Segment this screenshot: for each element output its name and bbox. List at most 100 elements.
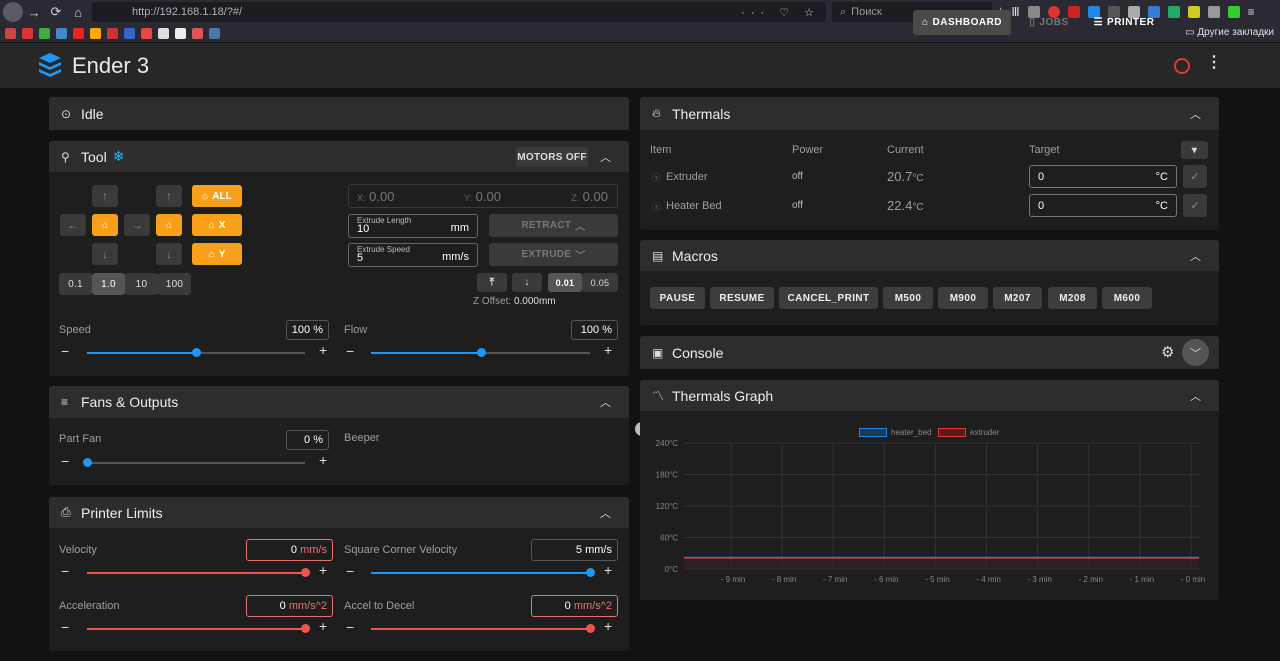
extension-icon[interactable] (1207, 6, 1220, 18)
step-10-button[interactable]: 10 (125, 273, 158, 295)
heater-bed-apply-button[interactable]: ✓ (1183, 194, 1207, 217)
acceleration-value[interactable]: 0 mm/s^2 (246, 595, 333, 617)
macro-cancel-print-button[interactable]: CANCEL_PRINT (779, 287, 878, 309)
extruder-target-input[interactable]: 0 °C (1029, 165, 1177, 188)
scv-plus-icon[interactable]: + (604, 562, 612, 578)
bookmark-icon[interactable] (124, 27, 135, 39)
back-button[interactable] (3, 2, 23, 22)
macro-m600-button[interactable]: M600 (1102, 287, 1152, 309)
scv-minus-icon[interactable]: − (346, 563, 354, 579)
other-bookmarks[interactable]: ▭ Другие закладки (1185, 27, 1274, 38)
flow-plus-icon[interactable]: + (604, 342, 612, 358)
nav-dashboard-button[interactable]: ⌂ DASHBOARD (913, 10, 1011, 35)
bookmark-icon[interactable] (175, 27, 186, 39)
bookmark-icon[interactable] (56, 27, 67, 39)
home-all-button[interactable]: ⌂ ALL (192, 185, 242, 207)
extension-icon[interactable] (1227, 6, 1240, 18)
jog-y-up-button[interactable]: ↑ (92, 185, 118, 207)
part-fan-value[interactable]: 0 % (286, 430, 329, 450)
url-bar[interactable]: http://192.168.1.18/?#/ ··· ♡ ☆ (92, 2, 826, 22)
flow-value[interactable]: 100 % (571, 320, 618, 340)
step-0-1-button[interactable]: 0.1 (59, 273, 92, 295)
z-offset-up-button[interactable]: ⤒ (477, 273, 507, 292)
collapse-chevron-icon[interactable]: ︿ (600, 505, 611, 521)
extrude-speed-field[interactable]: Extrude Speed 5 mm/s (348, 243, 478, 267)
home-xy-button[interactable]: ⌂ (92, 214, 118, 236)
accel-to-decel-minus-icon[interactable]: − (346, 619, 354, 635)
forward-icon[interactable]: → (23, 1, 45, 23)
extruder-apply-button[interactable]: ✓ (1183, 165, 1207, 188)
bookmark-icon[interactable] (73, 27, 84, 39)
speed-value[interactable]: 100 % (286, 320, 329, 340)
speed-slider[interactable] (87, 348, 305, 357)
extension-icon[interactable] (1167, 6, 1180, 18)
home-y-button[interactable]: ⌂ Y (192, 243, 242, 265)
extension-icon[interactable] (1187, 6, 1200, 18)
collapse-chevron-icon[interactable]: ︿ (600, 149, 611, 165)
z-step-0-05-button[interactable]: 0.05 (582, 273, 618, 292)
home-icon[interactable]: ⌂ (67, 1, 89, 23)
heater-bed-target-input[interactable]: 0 °C (1029, 194, 1177, 217)
step-100-button[interactable]: 100 (158, 273, 191, 295)
bookmark-icon[interactable] (158, 27, 169, 39)
extrude-button[interactable]: EXTRUDE ﹀ (489, 243, 618, 266)
menu-icon[interactable]: ≡ (1248, 5, 1255, 19)
jog-x-right-button[interactable]: → (124, 214, 150, 236)
macro-m900-button[interactable]: M900 (938, 287, 988, 309)
bookmark-icon[interactable] (192, 27, 203, 39)
bookmark-icon[interactable] (39, 27, 50, 39)
collapse-chevron-icon[interactable]: ︿ (1190, 106, 1201, 122)
macro-resume-button[interactable]: RESUME (710, 287, 774, 309)
velocity-value[interactable]: 0 mm/s (246, 539, 333, 561)
velocity-plus-icon[interactable]: + (319, 562, 327, 578)
z-offset-down-button[interactable]: ↓ (512, 273, 542, 292)
bookmark-icon[interactable] (107, 27, 118, 39)
accel-to-decel-plus-icon[interactable]: + (604, 618, 612, 634)
acceleration-plus-icon[interactable]: + (319, 618, 327, 634)
home-x-button[interactable]: ⌂ X (192, 214, 242, 236)
jog-z-down-button[interactable]: ↓ (156, 243, 182, 265)
flow-minus-icon[interactable]: − (346, 343, 354, 359)
retract-button[interactable]: RETRACT ︿ (489, 214, 618, 237)
more-vert-icon[interactable]: ⋮ (1206, 52, 1222, 72)
macro-m208-button[interactable]: M208 (1048, 287, 1097, 309)
preset-dropdown-button[interactable]: ▾ (1181, 141, 1208, 159)
step-1-0-button[interactable]: 1.0 (92, 273, 125, 295)
jog-z-up-button[interactable]: ↑ (156, 185, 182, 207)
jog-x-left-button[interactable]: ← (60, 214, 86, 236)
bookmark-icon[interactable] (22, 27, 33, 39)
square-corner-velocity-slider[interactable] (371, 568, 595, 577)
home-z-button[interactable]: ⌂ (156, 214, 182, 236)
bookmark-icon[interactable] (141, 27, 152, 39)
extrude-length-field[interactable]: Extrude Length 10 mm (348, 214, 478, 238)
acceleration-minus-icon[interactable]: − (61, 619, 69, 635)
accel-to-decel-slider[interactable] (371, 624, 595, 633)
part-fan-plus-icon[interactable]: + (319, 452, 327, 468)
z-step-0-01-button[interactable]: 0.01 (548, 273, 582, 292)
part-fan-slider[interactable] (83, 458, 305, 467)
nav-jobs-button[interactable]: ▯ JOBS (1024, 10, 1074, 35)
jog-y-down-button[interactable]: ↓ (92, 243, 118, 265)
library-icon[interactable]: Ⅲ (1011, 5, 1019, 19)
page-actions-icon[interactable]: ··· ♡ ☆ (741, 6, 820, 19)
expand-chevron-icon[interactable]: ﹀ (1182, 339, 1209, 366)
speed-minus-icon[interactable]: − (61, 343, 69, 359)
reload-icon[interactable]: ⟳ (45, 1, 67, 23)
velocity-minus-icon[interactable]: − (61, 563, 69, 579)
collapse-chevron-icon[interactable]: ︿ (600, 394, 611, 410)
collapse-chevron-icon[interactable]: ︿ (1190, 248, 1201, 264)
speed-plus-icon[interactable]: + (319, 342, 327, 358)
macro-m207-button[interactable]: M207 (993, 287, 1042, 309)
gear-icon[interactable]: ⚙ (1161, 343, 1174, 361)
macro-pause-button[interactable]: PAUSE (650, 287, 705, 309)
velocity-slider[interactable] (87, 568, 310, 577)
accel-to-decel-value[interactable]: 0 mm/s^2 (531, 595, 618, 617)
motors-off-button[interactable]: MOTORS OFF (516, 147, 588, 167)
bookmark-icon[interactable] (209, 27, 220, 39)
part-fan-minus-icon[interactable]: − (61, 453, 69, 469)
macro-m500-button[interactable]: M500 (883, 287, 933, 309)
nav-printer-button[interactable]: ☰ PRINTER (1090, 10, 1158, 35)
flow-slider[interactable] (371, 348, 590, 357)
power-icon[interactable] (1174, 58, 1190, 74)
bookmark-icon[interactable] (5, 27, 16, 39)
